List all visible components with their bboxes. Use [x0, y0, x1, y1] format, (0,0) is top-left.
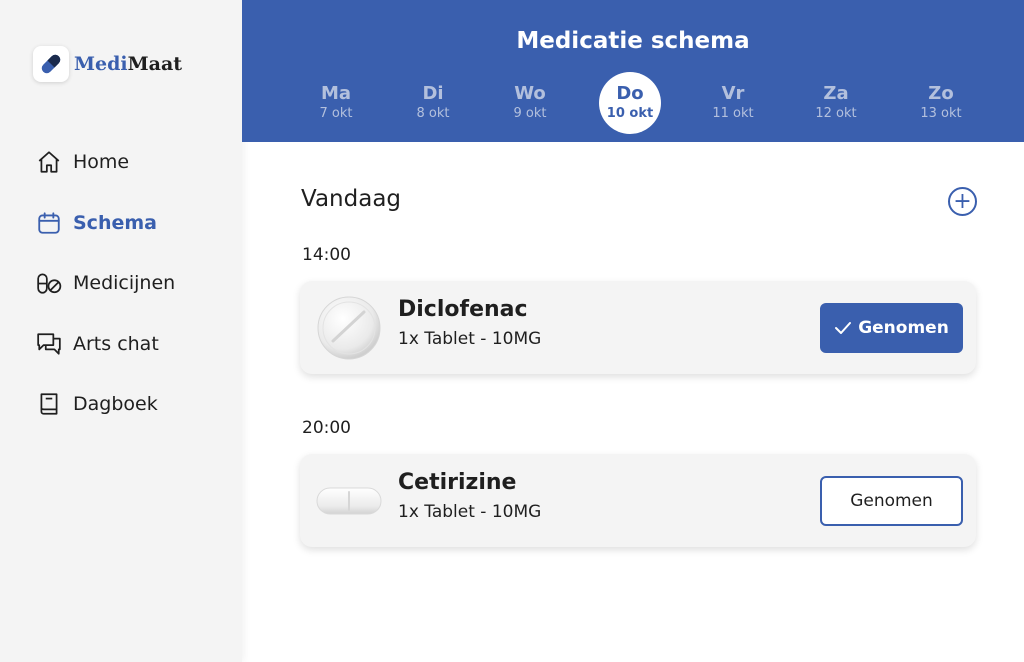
taken-button[interactable]: Genomen — [820, 303, 963, 353]
sidebar: MediMaat Home Schema Medicijnen Arts cha… — [0, 0, 242, 662]
day-name: Za — [823, 83, 849, 104]
time-label: 14:00 — [302, 245, 351, 265]
capsule-logo-icon — [33, 46, 69, 82]
checkmark-icon — [834, 321, 852, 335]
page-title: Medicatie schema — [516, 28, 750, 54]
day-sat[interactable]: Za 12 okt — [805, 72, 867, 134]
sidebar-nav: Home Schema Medicijnen Arts chat Dagboek — [36, 146, 175, 449]
day-name: Di — [422, 83, 444, 104]
sidebar-item-schema[interactable]: Schema — [36, 207, 175, 239]
medication-card: Diclofenac 1x Tablet - 10MG Genomen — [300, 281, 976, 374]
taken-button-label: Genomen — [858, 318, 949, 338]
schedule-header: Medicatie schema Ma 7 okt Di 8 okt Wo 9 … — [242, 0, 1024, 142]
sidebar-item-label: Dagboek — [73, 393, 158, 415]
pills-icon — [36, 270, 62, 296]
day-date: 10 okt — [606, 106, 654, 121]
app-name-part2: Maat — [127, 53, 183, 75]
sidebar-item-home[interactable]: Home — [36, 146, 175, 178]
sidebar-item-label: Medicijnen — [73, 272, 176, 294]
day-tue[interactable]: Di 8 okt — [402, 72, 464, 134]
sidebar-item-medicijnen[interactable]: Medicijnen — [36, 267, 175, 299]
medicine-dose: 1x Tablet - 10MG — [398, 502, 542, 522]
time-label: 20:00 — [302, 418, 351, 438]
day-wed[interactable]: Wo 9 okt — [499, 72, 561, 134]
section-title: Vandaag — [301, 186, 402, 212]
sidebar-item-label: Home — [73, 151, 130, 173]
day-name: Wo — [514, 83, 546, 104]
app-name-part1: Medi — [74, 53, 128, 75]
day-name: Zo — [928, 83, 954, 104]
app-name: MediMaat — [74, 53, 182, 75]
add-medication-button[interactable]: + — [948, 187, 977, 216]
sidebar-item-label: Arts chat — [73, 332, 159, 355]
day-name: Vr — [721, 83, 745, 104]
oblong-tablet-icon — [316, 468, 382, 534]
day-date: 12 okt — [815, 106, 857, 121]
day-fri[interactable]: Vr 11 okt — [702, 72, 764, 134]
app-logo[interactable]: MediMaat — [33, 46, 182, 82]
sidebar-item-label: Schema — [73, 211, 157, 234]
day-mon[interactable]: Ma 7 okt — [305, 72, 367, 134]
medicine-name: Cetirizine — [398, 470, 517, 495]
week-day-selector: Ma 7 okt Di 8 okt Wo 9 okt Do 10 okt Vr … — [242, 72, 1024, 134]
day-date: 9 okt — [513, 106, 547, 121]
day-date: 11 okt — [712, 106, 754, 121]
day-sun[interactable]: Zo 13 okt — [910, 72, 972, 134]
day-date: 13 okt — [920, 106, 962, 121]
home-icon — [36, 149, 62, 175]
day-thu-selected[interactable]: Do 10 okt — [599, 72, 661, 134]
calendar-icon — [36, 210, 62, 236]
medication-card: Cetirizine 1x Tablet - 10MG Genomen — [300, 454, 976, 547]
day-date: 7 okt — [319, 106, 353, 121]
medicine-dose: 1x Tablet - 10MG — [398, 329, 542, 349]
medicine-name: Diclofenac — [398, 297, 528, 322]
plus-icon: + — [953, 188, 972, 214]
sidebar-item-dagboek[interactable]: Dagboek — [36, 388, 175, 420]
chat-icon — [36, 331, 62, 357]
taken-button[interactable]: Genomen — [820, 476, 963, 526]
day-name: Do — [616, 83, 644, 104]
round-tablet-icon — [316, 295, 382, 361]
sidebar-item-arts-chat[interactable]: Arts chat — [36, 328, 175, 360]
taken-button-label: Genomen — [850, 491, 933, 511]
book-icon — [36, 391, 62, 417]
day-name: Ma — [320, 83, 352, 104]
day-date: 8 okt — [416, 106, 450, 121]
